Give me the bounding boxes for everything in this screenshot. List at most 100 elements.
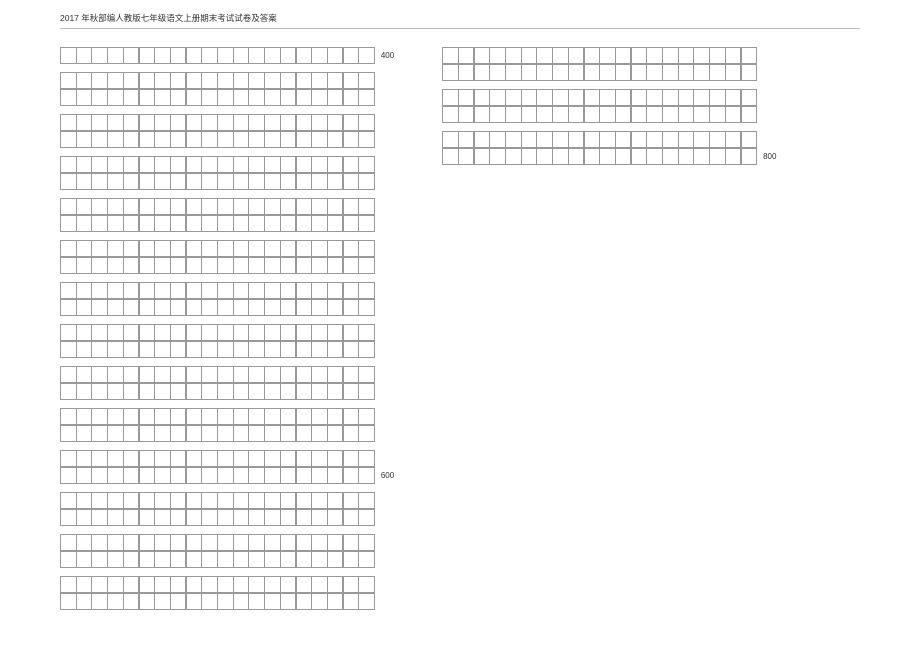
grid-cell xyxy=(248,576,265,593)
grid-cell xyxy=(248,299,265,316)
grid-cell xyxy=(107,299,124,316)
grid-cell xyxy=(343,114,360,131)
grid-cell xyxy=(186,534,203,551)
grid-cell xyxy=(741,64,758,81)
grid-cell xyxy=(646,148,663,165)
grid-cell xyxy=(91,341,108,358)
grid-cell xyxy=(343,131,360,148)
grid-cell xyxy=(584,64,601,81)
grid-cell xyxy=(170,72,187,89)
grid-cell xyxy=(311,492,328,509)
grid-cell xyxy=(60,576,77,593)
grid-cell xyxy=(248,383,265,400)
grid-cell xyxy=(358,324,375,341)
grid-cell xyxy=(233,551,250,568)
grid-cell xyxy=(60,366,77,383)
grid-cell xyxy=(296,299,313,316)
grid-cell xyxy=(76,492,93,509)
grid-cell xyxy=(123,282,140,299)
grid-cell xyxy=(60,131,77,148)
grid-cell xyxy=(123,299,140,316)
grid-cell xyxy=(280,89,297,106)
grid-cell xyxy=(186,72,203,89)
grid-cell xyxy=(139,156,156,173)
grid-cell xyxy=(568,47,585,64)
grid-row xyxy=(60,450,375,467)
grid-cell xyxy=(296,534,313,551)
grid-row xyxy=(60,156,375,173)
grid-cell xyxy=(233,131,250,148)
grid-cell xyxy=(91,576,108,593)
grid-cell xyxy=(186,366,203,383)
grid-cell xyxy=(76,341,93,358)
grid-cell xyxy=(217,114,234,131)
grid-cell xyxy=(76,131,93,148)
grid-block xyxy=(60,156,394,190)
grid-row-wrap xyxy=(60,509,394,526)
left-column: 400600 xyxy=(60,47,394,610)
grid-cell xyxy=(201,114,218,131)
grid-cell xyxy=(296,408,313,425)
grid-cell xyxy=(233,425,250,442)
grid-cell xyxy=(217,240,234,257)
grid-cell xyxy=(248,282,265,299)
grid-cell xyxy=(107,534,124,551)
grid-cell xyxy=(60,173,77,190)
grid-cell xyxy=(343,534,360,551)
grid-cell xyxy=(217,89,234,106)
grid-cell xyxy=(458,148,475,165)
grid-cell xyxy=(170,114,187,131)
grid-cell xyxy=(186,240,203,257)
grid-cell xyxy=(107,509,124,526)
grid-cell xyxy=(264,299,281,316)
grid-cell xyxy=(442,106,459,123)
grid-cell xyxy=(201,240,218,257)
grid-cell xyxy=(343,240,360,257)
grid-cell xyxy=(201,576,218,593)
grid-cell xyxy=(217,450,234,467)
grid-cell xyxy=(217,324,234,341)
grid-cell xyxy=(154,425,171,442)
grid-cell xyxy=(264,492,281,509)
grid-cell xyxy=(91,47,108,64)
grid-cell xyxy=(280,282,297,299)
grid-cell xyxy=(311,299,328,316)
grid-cell xyxy=(201,131,218,148)
grid-cell xyxy=(296,114,313,131)
grid-cell xyxy=(296,492,313,509)
grid-cell xyxy=(170,450,187,467)
grid-cell xyxy=(91,282,108,299)
grid-cell xyxy=(201,341,218,358)
grid-cell xyxy=(248,89,265,106)
grid-cell xyxy=(201,593,218,610)
grid-cell xyxy=(154,576,171,593)
grid-cell xyxy=(327,299,344,316)
grid-cell xyxy=(139,593,156,610)
grid-cell xyxy=(201,282,218,299)
grid-cell xyxy=(76,72,93,89)
grid-block: 600 xyxy=(60,450,394,484)
grid-row-wrap: 800 xyxy=(442,148,776,165)
grid-cell xyxy=(489,131,506,148)
grid-cell xyxy=(343,198,360,215)
grid-cell xyxy=(311,47,328,64)
grid-cell xyxy=(91,467,108,484)
grid-cell xyxy=(107,89,124,106)
grid-cell xyxy=(343,257,360,274)
grid-cell xyxy=(107,366,124,383)
grid-row xyxy=(442,148,757,165)
grid-cell xyxy=(139,215,156,232)
grid-cell xyxy=(60,282,77,299)
grid-cell xyxy=(91,425,108,442)
grid-cell xyxy=(186,576,203,593)
grid-cell xyxy=(327,551,344,568)
grid-cell xyxy=(280,383,297,400)
grid-block xyxy=(60,366,394,400)
grid-row xyxy=(442,47,757,64)
grid-cell xyxy=(186,131,203,148)
grid-cell xyxy=(186,425,203,442)
grid-cell xyxy=(442,64,459,81)
grid-row xyxy=(60,282,375,299)
grid-cell xyxy=(280,131,297,148)
grid-cell xyxy=(327,131,344,148)
